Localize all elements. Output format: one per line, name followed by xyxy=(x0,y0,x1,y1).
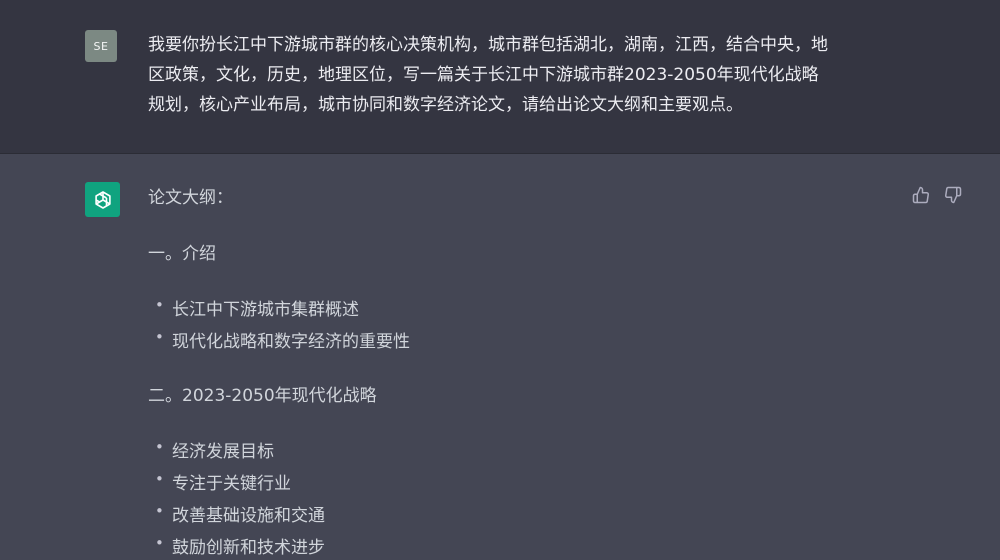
section-heading: 二。2023-2050年现代化战略 xyxy=(148,386,377,406)
list-item-text: 改善基础设施和交通 xyxy=(172,506,325,526)
thumbs-down-button[interactable] xyxy=(942,184,964,206)
list-item-text: 专注于关键行业 xyxy=(172,474,291,494)
bullet-dot: • xyxy=(155,470,164,488)
thumbs-up-icon xyxy=(912,186,929,204)
openai-logo-icon xyxy=(94,190,111,209)
list-item-text: 鼓励创新和技术进步 xyxy=(172,538,325,558)
thumbs-down-icon xyxy=(945,186,962,204)
assistant-message xyxy=(0,154,1000,560)
bullet-dot: • xyxy=(155,328,164,346)
user-message: SE 我要你扮长江中下游城市群的核心决策机构，城市群包括湖北，湖南，江西，结合中… xyxy=(0,0,1000,154)
thumbs-up-button[interactable] xyxy=(910,184,932,206)
list-item-text: 现代化战略和数字经济的重要性 xyxy=(172,332,410,352)
list-item-text: 经济发展目标 xyxy=(172,442,274,462)
assistant-avatar xyxy=(85,182,120,217)
bullet-dot: • xyxy=(155,534,164,552)
user-message-text: 我要你扮长江中下游城市群的核心决策机构，城市群包括湖北，湖南，江西，结合中央，地… xyxy=(148,35,828,115)
bullet-dot: • xyxy=(155,438,164,456)
list-item-text: 长江中下游城市集群概述 xyxy=(172,300,359,320)
section-heading: 一。介绍 xyxy=(148,244,216,264)
bullet-dot: • xyxy=(155,502,164,520)
user-avatar-initials: SE xyxy=(93,39,109,53)
chat-thread: SE 我要你扮长江中下游城市群的核心决策机构，城市群包括湖北，湖南，江西，结合中… xyxy=(0,0,1000,560)
bullet-dot: • xyxy=(155,296,164,314)
outline-intro: 论文大纲： xyxy=(148,188,233,208)
user-avatar: SE xyxy=(85,30,117,62)
